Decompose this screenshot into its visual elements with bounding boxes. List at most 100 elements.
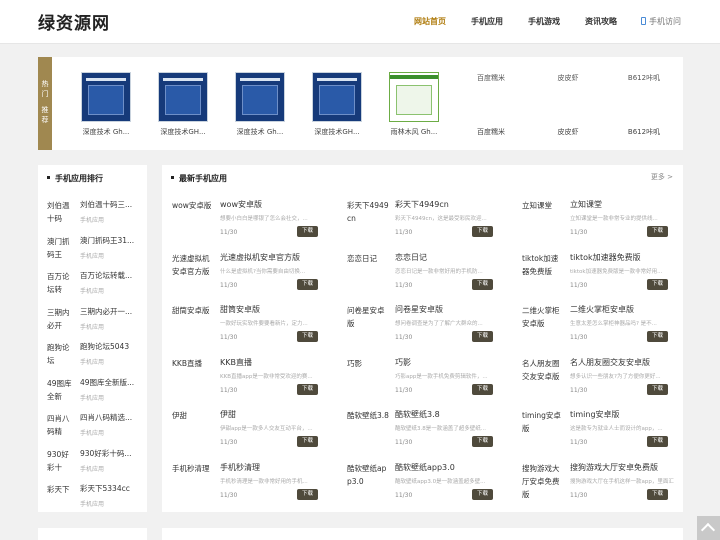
ranking-item[interactable]: 930好彩十 930好彩十码... 手机应用	[47, 448, 142, 484]
download-button[interactable]: 下载	[647, 331, 668, 342]
featured-item[interactable]: 深度技术 Gh...	[228, 72, 292, 137]
app-card[interactable]: tiktok加速器免费版 tiktok加速器免费版 tiktok加速器免费版是一款非…	[522, 252, 682, 302]
download-button[interactable]: 下载	[647, 488, 668, 500]
download-button[interactable]: 下载	[297, 383, 318, 395]
ranking-title: 手机应用排行	[47, 173, 103, 184]
ranking-item-category: 手机应用	[80, 501, 105, 508]
ranking-item[interactable]: 彩天下 彩天下5334cc 手机应用	[47, 483, 142, 519]
download-button[interactable]: 下载	[472, 488, 493, 500]
featured-item[interactable]: 深度技术 Gh...	[74, 72, 138, 137]
ranking-item[interactable]: 刘伯温十码 刘伯温十码三... 手机应用	[47, 199, 142, 235]
download-button[interactable]: 下载	[472, 383, 493, 395]
app-date: 11/30	[220, 386, 238, 394]
download-button[interactable]: 下载	[297, 331, 318, 342]
app-card[interactable]: 甜筒安卓版 甜筒安卓版 一款好玩实软件要要看新片，定力... 11/30 下载	[172, 304, 332, 354]
app-name[interactable]: 伊甜	[220, 409, 236, 420]
app-description: 想多认识一些朋友?为了方便你更好...	[570, 373, 661, 380]
app-name[interactable]: tiktok加速器免费版	[570, 252, 641, 263]
app-card[interactable]: 搜狗游戏大厅安卓免费版 搜狗游戏大厅安卓免费版 搜狗游戏大厅在手机这样一款app，里…	[522, 462, 682, 512]
download-button[interactable]: 下载	[297, 226, 318, 237]
app-description: 酷软壁纸app3.0是一款涵盖超多壁...	[395, 478, 486, 485]
ranking-item-name: 49图库全新版...	[80, 377, 135, 387]
app-card[interactable]: 二维火掌柜安卓版 二维火掌柜安卓版 生意太差怎么掌柜神器品吗? 是不... 11/30…	[522, 304, 682, 354]
app-name[interactable]: 巧影	[395, 357, 411, 368]
app-name[interactable]: 二维火掌柜安卓版	[570, 304, 634, 315]
featured-label: 热 门 推 荐	[38, 57, 52, 150]
app-name[interactable]: KKB直播	[220, 357, 252, 368]
download-button[interactable]: 下载	[297, 436, 318, 447]
app-card[interactable]: 酷软壁纸app3.0 酷软壁纸app3.0 酷软壁纸app3.0是一款涵盖超多壁..…	[347, 462, 507, 512]
site-logo[interactable]: 绿资源网	[38, 9, 110, 34]
nav-mobile-games[interactable]: 手机游戏	[528, 0, 560, 44]
app-name[interactable]: 酷软壁纸app3.0	[395, 462, 455, 473]
ranking-item-category: 手机应用	[80, 252, 105, 260]
featured-item[interactable]: B612咔叽 B612咔叽	[612, 72, 676, 137]
app-name[interactable]: timing安卓版	[570, 409, 620, 420]
download-button[interactable]: 下载	[647, 436, 668, 447]
app-description: 巧影app是一款手机免费剪辑软件，...	[395, 373, 488, 380]
featured-item[interactable]: 深度技术GH...	[305, 72, 369, 137]
app-name[interactable]: 彩天下4949cn	[395, 199, 449, 210]
download-button[interactable]: 下载	[472, 278, 493, 290]
ranking-panel: 手机应用排行 刘伯温十码 刘伯温十码三... 手机应用 澳门抓码王 澳门抓码王31...…	[38, 165, 147, 512]
download-button[interactable]: 下载	[297, 488, 318, 500]
download-button[interactable]: 下载	[647, 383, 668, 395]
nav-home[interactable]: 网站首页	[414, 0, 446, 44]
ranking-item[interactable]: 三期内必开 三期内必开一... 手机应用	[47, 306, 142, 342]
download-button[interactable]: 下载	[297, 278, 318, 290]
app-card[interactable]: 彩天下4949cn 彩天下4949cn 彩天下4949cn，这是最受彩民欢迎... 1…	[347, 199, 507, 249]
featured-item[interactable]: 深度技术GH...	[151, 72, 215, 137]
app-card[interactable]: 名人朋友圈交友安卓版 名人朋友圈交友安卓版 想多认识一些朋友?为了方便你更好... 1…	[522, 357, 682, 407]
download-button[interactable]: 下载	[647, 278, 668, 290]
ranking-item[interactable]: 跑狗论坛 跑狗论坛5043 手机应用	[47, 341, 142, 377]
nav-news[interactable]: 资讯攻略	[585, 0, 617, 44]
app-card[interactable]: timing安卓版 timing安卓版 这是款专为就业人士而设计的app，... 11…	[522, 409, 682, 459]
app-name[interactable]: 光速虚拟机安卓官方版	[220, 252, 300, 263]
app-card[interactable]: wow安卓版 wow安卓版 想要小白白是哪银了怎么会社交，... 11/30 下载	[172, 199, 332, 249]
mobile-visit-link[interactable]: 手机访问	[641, 0, 681, 44]
app-card[interactable]: KKB直播 KKB直播 KKB直播app是一款非常受欢迎的赛... 11/30 下载	[172, 357, 332, 407]
more-link[interactable]: 更多 >	[651, 172, 673, 182]
app-card[interactable]: 伊甜 伊甜 伊甜app是一款多人交友互动平台，... 11/30 下载	[172, 409, 332, 459]
app-date: 11/30	[220, 281, 238, 289]
app-name[interactable]: 甜筒安卓版	[220, 304, 260, 315]
app-name[interactable]: 恋恋日记	[395, 252, 427, 263]
download-button[interactable]: 下载	[647, 226, 668, 237]
app-card[interactable]: 问卷星安卓版 问卷星安卓版 想问卷调查是为了了解广大群众的... 11/30 下载	[347, 304, 507, 354]
featured-item[interactable]: 雨林木风 Gh...	[382, 72, 446, 137]
download-button[interactable]: 下载	[472, 436, 493, 447]
app-card[interactable]: 手机秒清理 手机秒清理 手机秒清理是一款非常好用的手机... 11/30 下载	[172, 462, 332, 512]
ranking-item-icon: 930好彩十	[47, 449, 69, 472]
app-card[interactable]: 巧影 巧影 巧影app是一款手机免费剪辑软件，... 11/30 下载	[347, 357, 507, 407]
app-description: 彩天下4949cn，这是最受彩民欢迎...	[395, 216, 487, 222]
ranking-item-category: 手机应用	[80, 288, 105, 295]
download-button[interactable]: 下载	[472, 331, 493, 342]
nav-mobile-apps[interactable]: 手机应用	[471, 0, 503, 44]
ranking-item[interactable]: 澳门抓码王 澳门抓码王31... 手机应用	[47, 235, 142, 271]
app-name[interactable]: 手机秒清理	[220, 462, 260, 473]
featured-item[interactable]: 百度糯米 百度糯米	[459, 72, 523, 137]
ranking-item[interactable]: 四肖八码精 四肖八码精选... 手机应用	[47, 412, 142, 448]
download-button[interactable]: 下载	[472, 226, 493, 237]
app-description: 酷软壁纸3.8是一款涵盖了超多壁纸...	[395, 426, 486, 432]
app-name[interactable]: wow安卓版	[220, 199, 262, 210]
app-name[interactable]: 酷软壁纸3.8	[395, 409, 440, 420]
app-name[interactable]: 搜狗游戏大厅安卓免费版	[570, 462, 658, 473]
featured-item[interactable]: 皮皮虾 皮皮虾	[536, 72, 600, 137]
ranking-item-category: 手机应用	[80, 323, 105, 331]
app-card[interactable]: 恋恋日记 恋恋日记 恋恋日记是一款非常好用的手机防... 11/30 下载	[347, 252, 507, 302]
app-name[interactable]: 立知课堂	[570, 199, 602, 210]
phone-icon	[641, 17, 646, 25]
app-name[interactable]: 名人朋友圈交友安卓版	[570, 357, 650, 368]
app-description: 手机秒清理是一款非常好用的手机...	[220, 478, 308, 485]
app-card[interactable]: 酷软壁纸3.8 酷软壁纸3.8 酷软壁纸3.8是一款涵盖了超多壁纸... 11/30 下…	[347, 409, 507, 459]
app-card[interactable]: 立知课堂 立知课堂 立知课堂是一款非常专业的提供线... 11/30 下载	[522, 199, 682, 249]
back-to-top-button[interactable]	[697, 516, 720, 540]
app-name[interactable]: 问卷星安卓版	[395, 304, 443, 315]
app-icon: 问卷星安卓版	[347, 306, 385, 328]
app-card[interactable]: 光速虚拟机安卓官方版 光速虚拟机安卓官方版 什么是虚拟机?当你需要自由切换... 11…	[172, 252, 332, 302]
ranking-item[interactable]: 49图库全新 49图库全新版... 手机应用	[47, 377, 142, 413]
app-date: 11/30	[395, 229, 413, 236]
ranking-item[interactable]: 百万论坛转 百万论坛转载... 手机应用	[47, 270, 142, 306]
featured-thumbnail	[235, 72, 285, 122]
